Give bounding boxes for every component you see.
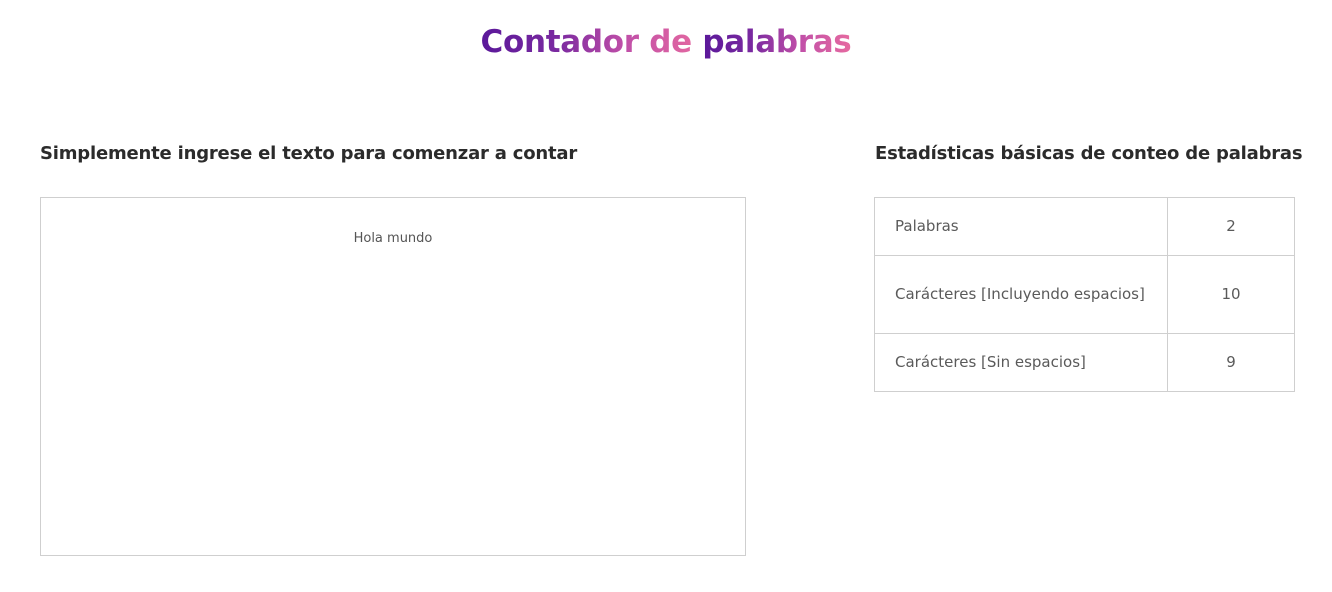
- stats-label-chars-without-spaces: Carácteres [Sin espacios]: [874, 333, 1168, 392]
- page-title-part-2: palabras: [702, 24, 852, 60]
- stats-label-chars-with-spaces: Carácteres [Incluyendo espacios]: [874, 255, 1168, 334]
- stats-row-chars-without-spaces: Carácteres [Sin espacios] 9: [874, 333, 1295, 392]
- page-title: Contador de palabras: [0, 20, 1332, 64]
- stats-section-heading: Estadísticas básicas de conteo de palabr…: [875, 143, 1303, 164]
- input-section-heading: Simplemente ingrese el texto para comenz…: [40, 143, 578, 164]
- stats-table: Palabras 2 Carácteres [Incluyendo espaci…: [874, 197, 1295, 392]
- stats-label-words: Palabras: [874, 197, 1168, 256]
- page-title-part-1: Contador de: [480, 24, 703, 60]
- word-counter-page: Contador de palabras Simplemente ingrese…: [0, 0, 1332, 592]
- stats-row-words: Palabras 2: [874, 197, 1295, 256]
- stats-value-chars-with-spaces: 10: [1167, 255, 1295, 334]
- stats-value-words: 2: [1167, 197, 1295, 256]
- stats-value-chars-without-spaces: 9: [1167, 333, 1295, 392]
- stats-row-chars-with-spaces: Carácteres [Incluyendo espacios] 10: [874, 255, 1295, 334]
- text-input-area[interactable]: Hola mundo: [40, 197, 746, 556]
